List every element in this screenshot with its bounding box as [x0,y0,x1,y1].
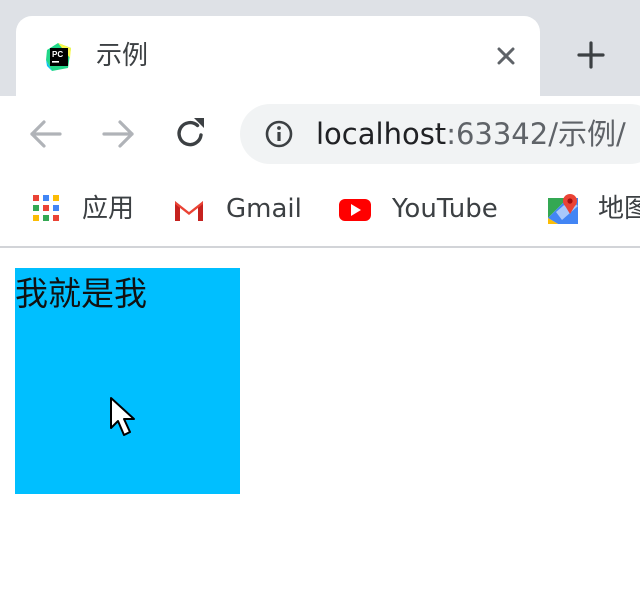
forward-arrow-icon[interactable] [98,114,138,154]
gmail-icon [174,199,204,221]
address-bar[interactable]: localhost:63342/示例/ [240,104,640,164]
demo-box[interactable]: 我就是我 [15,268,240,494]
page-content: 我就是我 [0,248,640,608]
reload-icon[interactable] [170,114,210,154]
svg-text:PC: PC [52,50,63,59]
tab-strip: PC 示例 [0,0,640,96]
back-arrow-icon[interactable] [26,114,66,154]
tab-active[interactable]: PC 示例 [16,16,540,96]
youtube-icon [339,199,371,221]
bookmarks-bar: 应用 Gmail YouTube 地图 [0,174,640,248]
bookmark-label: Gmail [226,194,302,224]
bookmark-youtube[interactable]: YouTube [338,190,510,226]
info-icon[interactable] [264,119,294,149]
url-text[interactable]: localhost:63342/示例/ [316,116,626,152]
bookmark-gmail[interactable]: Gmail [172,190,306,226]
bookmark-apps[interactable]: 应用 [30,190,140,226]
new-tab-icon[interactable] [574,38,608,72]
bookmark-label: YouTube [392,194,498,224]
pycharm-icon: PC [46,43,71,71]
bookmark-maps[interactable]: 地图 [546,190,640,226]
mouse-pointer-icon [110,397,135,436]
tab-title: 示例 [96,41,149,71]
maps-icon [548,194,578,224]
apps-grid-icon [33,195,59,221]
close-icon[interactable] [492,42,520,70]
bookmark-label: 应用 [82,194,135,224]
browser-window: PC 示例 localhost:63342/示例/ 应用 Gmail YouTu… [0,0,640,608]
bookmark-label: 地图 [598,194,640,224]
demo-box-text: 我就是我 [15,274,147,313]
url-host: localhost [316,117,447,151]
url-path: :63342/示例/ [446,117,626,151]
toolbar: localhost:63342/示例/ [0,96,640,174]
